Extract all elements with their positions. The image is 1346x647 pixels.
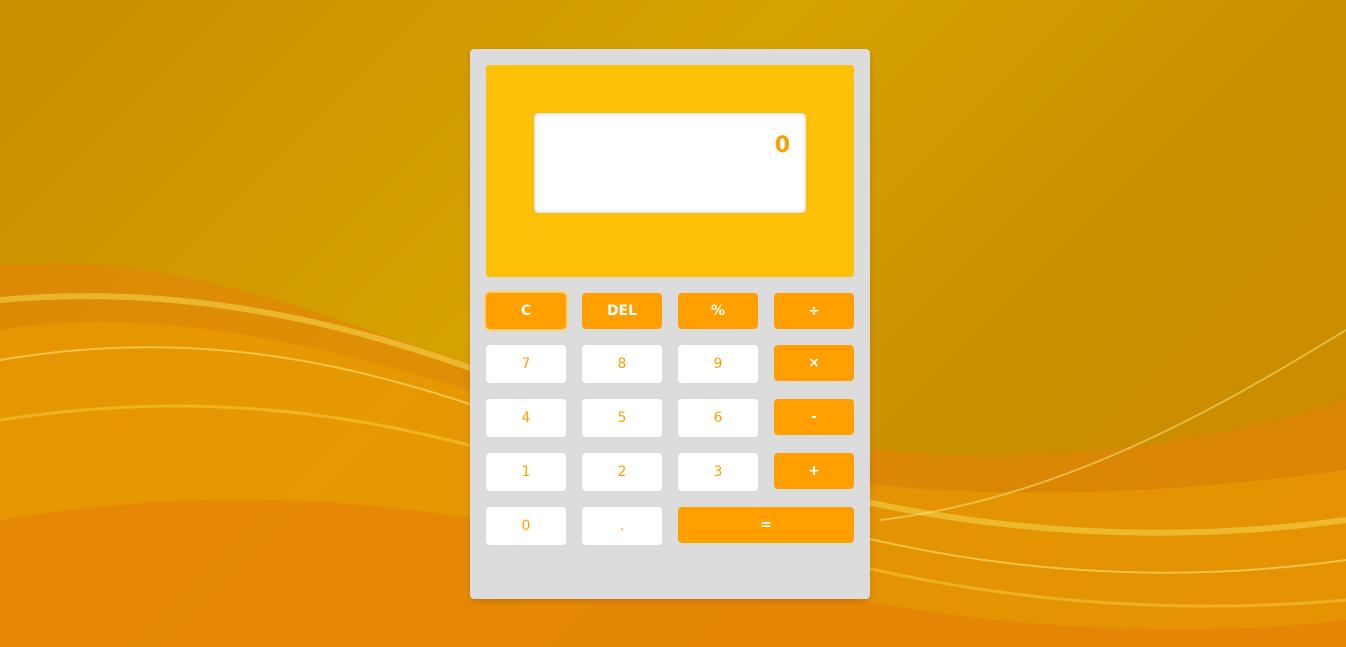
delete-button[interactable]: DEL (582, 293, 662, 329)
display-screen: 0 (534, 113, 806, 213)
digit-4-button[interactable]: 4 (486, 399, 566, 437)
display-panel: 0 (486, 65, 854, 277)
equals-button[interactable]: = (678, 507, 854, 543)
clear-button[interactable]: C (486, 293, 566, 329)
decimal-button[interactable]: . (582, 507, 662, 545)
calculator: 0 C DEL % ÷ 7 8 9 × 4 5 6 - 1 2 3 + 0 . … (470, 49, 870, 599)
plus-button[interactable]: + (774, 453, 854, 489)
digit-5-button[interactable]: 5 (582, 399, 662, 437)
digit-2-button[interactable]: 2 (582, 453, 662, 491)
digit-6-button[interactable]: 6 (678, 399, 758, 437)
digit-3-button[interactable]: 3 (678, 453, 758, 491)
digit-1-button[interactable]: 1 (486, 453, 566, 491)
percent-button[interactable]: % (678, 293, 758, 329)
multiply-button[interactable]: × (774, 345, 854, 381)
minus-button[interactable]: - (774, 399, 854, 435)
digit-8-button[interactable]: 8 (582, 345, 662, 383)
digit-9-button[interactable]: 9 (678, 345, 758, 383)
divide-button[interactable]: ÷ (774, 293, 854, 329)
display-value: 0 (774, 133, 790, 158)
digit-7-button[interactable]: 7 (486, 345, 566, 383)
digit-0-button[interactable]: 0 (486, 507, 566, 545)
